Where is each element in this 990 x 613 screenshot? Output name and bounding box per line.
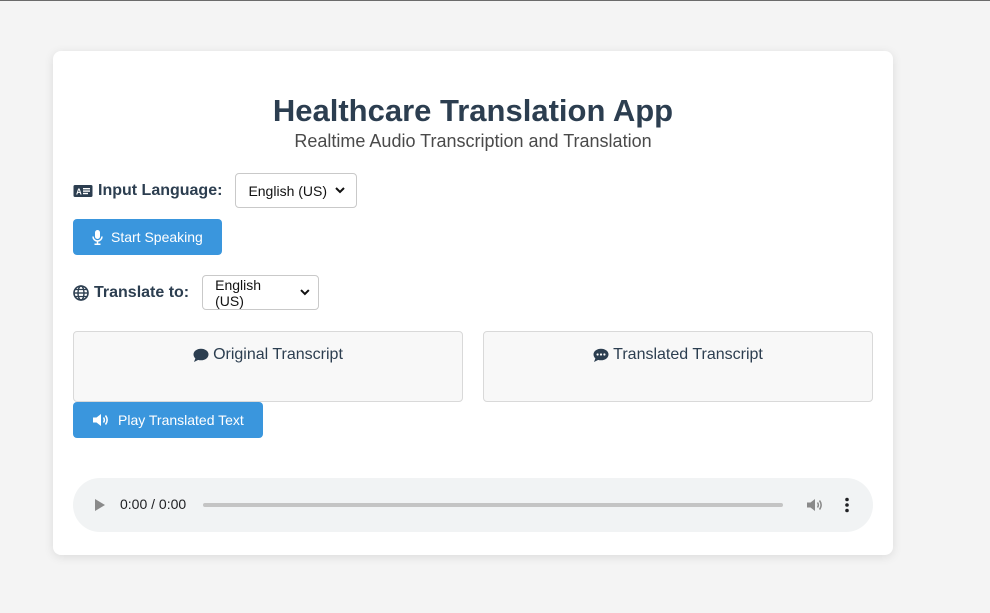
play-translated-button[interactable]: Play Translated Text — [73, 402, 263, 438]
translate-to-selected: English (US) — [215, 276, 262, 309]
play-icon[interactable] — [94, 498, 106, 512]
chevron-down-icon — [300, 289, 310, 296]
app-card: Healthcare Translation App Realtime Audi… — [53, 51, 893, 555]
start-speaking-button[interactable]: Start Speaking — [73, 219, 222, 255]
input-language-select[interactable]: English (US) — [235, 173, 358, 208]
translated-transcript-heading: Translated Transcript — [593, 346, 763, 364]
original-transcript-panel: Original Transcript — [73, 331, 463, 402]
svg-text:A: A — [76, 187, 82, 196]
original-transcript-heading: Original Transcript — [193, 346, 343, 364]
input-language-selected: English (US) — [248, 182, 328, 199]
translate-to-label: Translate to: — [73, 284, 189, 302]
comment-icon — [193, 348, 209, 362]
microphone-icon — [92, 229, 103, 245]
more-options-icon[interactable] — [845, 497, 849, 513]
page-subtitle: Realtime Audio Transcription and Transla… — [294, 131, 652, 151]
translated-transcript-title: Translated Transcript — [613, 346, 763, 363]
translate-to-select[interactable]: English (US) — [202, 275, 320, 310]
page-title: Healthcare Translation App — [272, 93, 674, 128]
start-speaking-label: Start Speaking — [111, 229, 203, 245]
translate-to-label-text: Translate to: — [94, 283, 190, 301]
input-language-row: A Input Language: English (US) — [73, 173, 358, 208]
translated-transcript-panel: Translated Transcript — [483, 331, 873, 402]
play-translated-label: Play Translated Text — [118, 412, 244, 428]
audio-progress-track[interactable] — [203, 503, 783, 507]
chevron-down-icon — [335, 187, 345, 194]
original-transcript-title: Original Transcript — [213, 346, 343, 363]
input-language-label: A Input Language: — [73, 182, 222, 200]
translate-to-row: Translate to: English (US) — [73, 275, 320, 310]
volume-up-icon — [93, 414, 108, 426]
volume-icon[interactable] — [806, 497, 824, 513]
audio-time: 0:00 / 0:00 — [120, 496, 187, 512]
globe-icon — [73, 284, 89, 301]
audio-player: 0:00 / 0:00 — [73, 478, 873, 532]
input-language-label-text: Input Language: — [98, 181, 223, 199]
comment-dots-icon — [593, 348, 609, 362]
language-card-icon: A — [73, 184, 93, 197]
